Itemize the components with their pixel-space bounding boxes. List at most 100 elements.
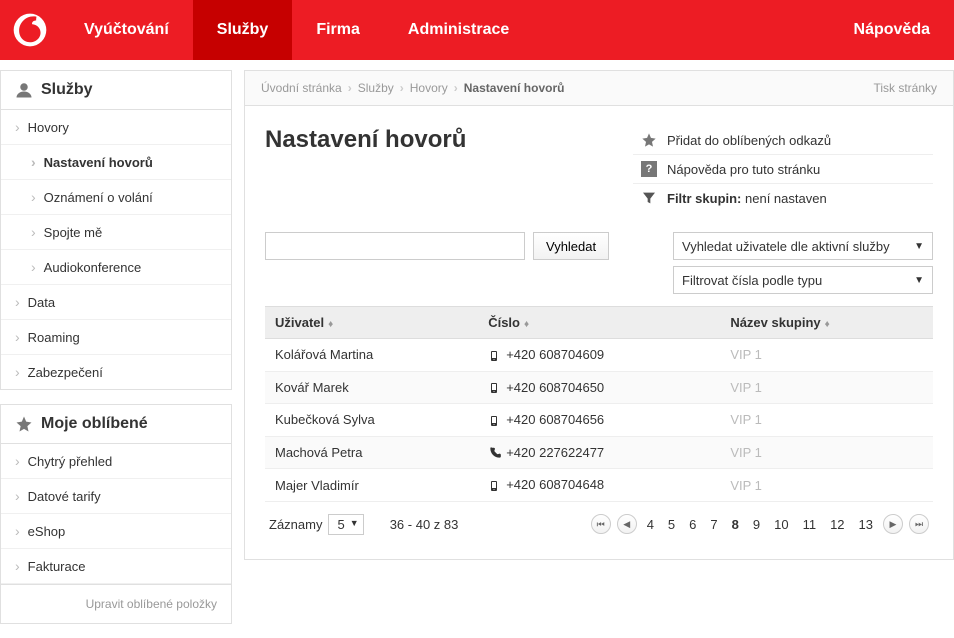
crumb-sluzby[interactable]: Služby <box>358 81 394 95</box>
sidebar-item-hovory[interactable]: Hovory <box>1 110 231 145</box>
cell-number: +420 227622477 <box>478 436 720 469</box>
nav-firma[interactable]: Firma <box>292 0 384 60</box>
pager-page[interactable]: 12 <box>826 515 848 534</box>
cell-number: +420 608704656 <box>478 404 720 437</box>
col-group[interactable]: Název skupiny♦ <box>720 307 933 339</box>
sidebar-services-header: Služby <box>1 71 231 110</box>
cell-group: VIP 1 <box>720 339 933 372</box>
chevron-right-icon: › <box>348 81 352 95</box>
nav-administrace[interactable]: Administrace <box>384 0 533 60</box>
pager-range: 36 - 40 z 83 <box>390 517 459 532</box>
phone-icon <box>488 381 500 395</box>
star-icon <box>641 132 657 148</box>
sidebar-favorites-title: Moje oblíbené <box>41 415 148 433</box>
person-icon <box>15 81 33 99</box>
action-add-favorite-label: Přidat do oblíbených odkazů <box>667 133 831 148</box>
sort-icon: ♦ <box>825 319 830 330</box>
sidebar-favorites-panel: Moje oblíbené Chytrý přehled Datové tari… <box>0 404 232 624</box>
phone-icon <box>488 414 500 428</box>
phone-icon <box>488 349 500 363</box>
sidebar-item-roaming[interactable]: Roaming <box>1 320 231 355</box>
crumb-current: Nastavení hovorů <box>464 81 565 95</box>
col-number[interactable]: Číslo♦ <box>478 307 720 339</box>
pager: Záznamy 5 36 - 40 z 83 ⏮◀45678910111213▶… <box>265 502 933 539</box>
action-help[interactable]: ? Nápověda pro tuto stránku <box>633 154 933 183</box>
pager-page[interactable]: 5 <box>664 515 679 534</box>
search-button[interactable]: Vyhledat <box>533 232 609 260</box>
action-filter-label: Filtr skupin: není nastaven <box>667 191 827 206</box>
sidebar-sub-spojte-me[interactable]: Spojte mě <box>1 215 231 250</box>
sidebar: Služby Hovory Nastavení hovorů Oznámení … <box>0 70 232 638</box>
search-input[interactable] <box>265 232 525 260</box>
sidebar-services-title: Služby <box>41 81 93 99</box>
pager-page[interactable]: 11 <box>799 515 821 534</box>
table-row[interactable]: Kovář Marek+420 608704650VIP 1 <box>265 371 933 404</box>
pager-page[interactable]: 7 <box>706 515 721 534</box>
table-row[interactable]: Kubečková Sylva+420 608704656VIP 1 <box>265 404 933 437</box>
sidebar-favorites-header: Moje oblíbené <box>1 405 231 444</box>
fav-datove-tarify[interactable]: Datové tarify <box>1 479 231 514</box>
action-add-favorite[interactable]: Přidat do oblíbených odkazů <box>633 126 933 154</box>
fav-eshop[interactable]: eShop <box>1 514 231 549</box>
nav-help[interactable]: Nápověda <box>830 0 954 60</box>
crumb-hovory[interactable]: Hovory <box>410 81 448 95</box>
select-number-type[interactable]: Filtrovat čísla podle typu <box>673 266 933 294</box>
cell-user: Kovář Marek <box>265 371 478 404</box>
pager-last[interactable]: ⏭ <box>909 514 929 534</box>
action-filter-groups[interactable]: Filtr skupin: není nastaven <box>633 183 933 212</box>
cell-group: VIP 1 <box>720 469 933 502</box>
vodafone-logo <box>0 0 60 60</box>
pager-first[interactable]: ⏮ <box>591 514 611 534</box>
col-user[interactable]: Uživatel♦ <box>265 307 478 339</box>
sidebar-item-data[interactable]: Data <box>1 285 231 320</box>
table-row[interactable]: Kolářová Martina+420 608704609VIP 1 <box>265 339 933 372</box>
nav-sluzby[interactable]: Služby <box>193 0 293 60</box>
pager-page[interactable]: 4 <box>643 515 658 534</box>
fav-edit-link[interactable]: Upravit oblíbené položky <box>1 584 231 623</box>
page-actions: Přidat do oblíbených odkazů ? Nápověda p… <box>633 126 933 212</box>
main-panel: Úvodní stránka › Služby › Hovory › Nasta… <box>244 70 954 560</box>
pager-page[interactable]: 8 <box>728 515 743 534</box>
select-active-service[interactable]: Vyhledat uživatele dle aktivní služby <box>673 232 933 260</box>
pager-prev[interactable]: ◀ <box>617 514 637 534</box>
sort-icon: ♦ <box>524 319 529 330</box>
filter-icon <box>641 190 657 206</box>
star-icon <box>15 415 33 433</box>
action-help-label: Nápověda pro tuto stránku <box>667 162 820 177</box>
pager-page[interactable]: 9 <box>749 515 764 534</box>
fav-fakturace[interactable]: Fakturace <box>1 549 231 584</box>
cell-number: +420 608704650 <box>478 371 720 404</box>
crumb-home[interactable]: Úvodní stránka <box>261 81 342 95</box>
phone-icon <box>488 446 500 460</box>
cell-user: Kubečková Sylva <box>265 404 478 437</box>
cell-group: VIP 1 <box>720 436 933 469</box>
users-table: Uživatel♦ Číslo♦ Název skupiny♦ Kolářová… <box>265 306 933 502</box>
sidebar-services-panel: Služby Hovory Nastavení hovorů Oznámení … <box>0 70 232 390</box>
phone-icon <box>488 479 500 493</box>
sidebar-item-zabezpeceni[interactable]: Zabezpečení <box>1 355 231 389</box>
print-link[interactable]: Tisk stránky <box>873 81 937 95</box>
cell-user: Machová Petra <box>265 436 478 469</box>
fav-chytry-prehled[interactable]: Chytrý přehled <box>1 444 231 479</box>
pager-label: Záznamy <box>269 517 322 532</box>
cell-number: +420 608704648 <box>478 469 720 502</box>
table-row[interactable]: Machová Petra+420 227622477VIP 1 <box>265 436 933 469</box>
sidebar-sub-nastaveni-hovoru[interactable]: Nastavení hovorů <box>1 145 231 180</box>
table-row[interactable]: Majer Vladimír+420 608704648VIP 1 <box>265 469 933 502</box>
sidebar-sub-audiokonference[interactable]: Audiokonference <box>1 250 231 285</box>
sort-icon: ♦ <box>328 319 333 330</box>
chevron-right-icon: › <box>454 81 458 95</box>
nav-vyuctovani[interactable]: Vyúčtování <box>60 0 193 60</box>
page-title: Nastavení hovorů <box>265 126 466 154</box>
sidebar-sub-oznameni-o-volani[interactable]: Oznámení o volání <box>1 180 231 215</box>
pager-page[interactable]: 13 <box>855 515 877 534</box>
pager-page[interactable]: 6 <box>685 515 700 534</box>
help-icon: ? <box>641 161 657 177</box>
cell-group: VIP 1 <box>720 404 933 437</box>
pager-page[interactable]: 10 <box>770 515 792 534</box>
top-nav: Vyúčtování Služby Firma Administrace Náp… <box>0 0 954 60</box>
cell-group: VIP 1 <box>720 371 933 404</box>
cell-user: Majer Vladimír <box>265 469 478 502</box>
pager-next[interactable]: ▶ <box>883 514 903 534</box>
pager-size-select[interactable]: 5 <box>328 514 363 535</box>
